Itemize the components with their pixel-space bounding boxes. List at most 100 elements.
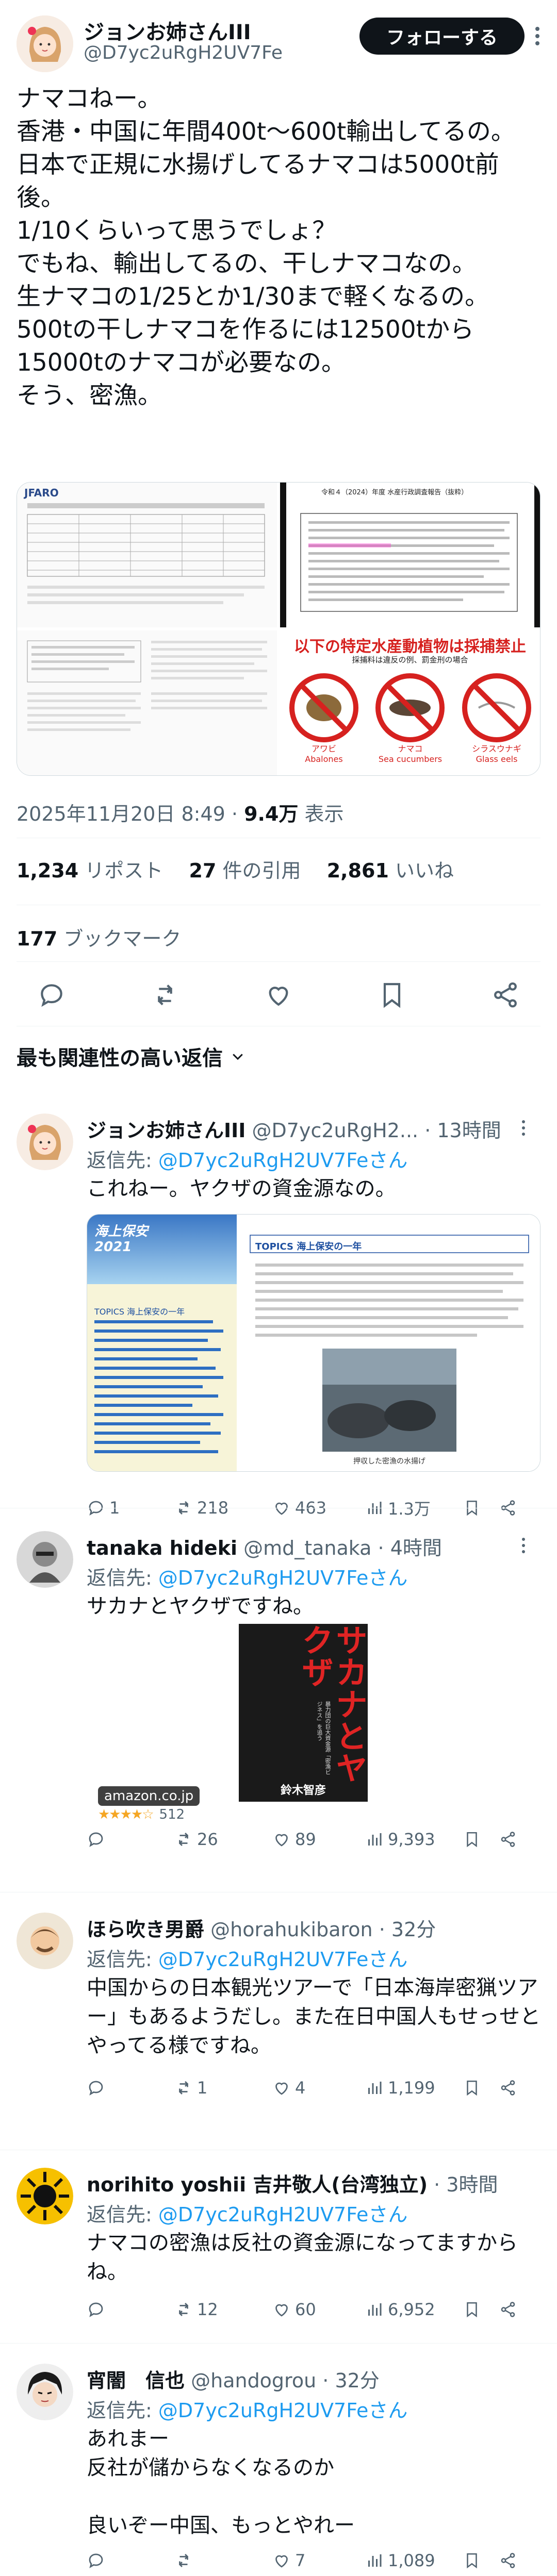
meta-separator: · — [424, 1119, 437, 1142]
reply-author-name[interactable]: norihito yoshii 吉井敬人(台湾独立) — [87, 2173, 428, 2196]
rating-count: 512 — [159, 1807, 185, 1822]
media-image-2[interactable]: 令和４（2024）年度 水産行政調査報告（抜粋） — [280, 483, 540, 627]
repost-label: リポスト — [85, 859, 163, 882]
share-icon[interactable] — [499, 2552, 517, 2569]
repost-button[interactable]: 1 — [174, 2078, 272, 2098]
bookmark-label: ブックマーク — [63, 927, 182, 950]
bookmark-stat[interactable]: 177 ブックマーク — [17, 923, 181, 951]
more-icon[interactable] — [516, 1118, 531, 1138]
media-grid[interactable]: JFARO 令和４（2024）年度 水産行政調査報告（抜粋） 以下の特定水産動植… — [17, 482, 540, 776]
reply-author-name[interactable]: ジョンお姉さんIII — [87, 1119, 245, 1142]
bookmark-icon[interactable] — [463, 1831, 499, 1848]
reply-to-handle[interactable]: @D7yc2uRgH2UV7Feさん — [158, 1948, 408, 1971]
reply-avatar[interactable] — [17, 2168, 73, 2224]
like-button[interactable]: 4 — [272, 2078, 365, 2098]
share-icon[interactable] — [499, 2079, 517, 2097]
reply-item[interactable]: ジョンお姉さんIII @D7yc2uRgH2... · 13時間 返信先: @D… — [0, 1114, 557, 1593]
like-count: 2,861 — [326, 859, 389, 882]
reply-to-handle[interactable]: @D7yc2uRgH2UV7Feさん — [158, 1149, 408, 1172]
views-button[interactable]: 1,199 — [365, 2078, 463, 2098]
like-icon[interactable] — [264, 980, 293, 1009]
follow-button[interactable]: フォローする — [359, 18, 525, 55]
bookmark-icon[interactable] — [463, 2552, 499, 2569]
reply-author-name[interactable]: tanaka hideki — [87, 1537, 237, 1559]
reply-sort-dropdown[interactable]: 最も関連性の高い返信 — [17, 1041, 245, 1071]
reply-avatar[interactable] — [17, 2364, 73, 2420]
share-icon[interactable] — [491, 980, 520, 1009]
reply-avatar[interactable] — [17, 1913, 73, 1969]
reply-time[interactable]: 3時間 — [446, 2173, 498, 2196]
reply-button[interactable] — [87, 2551, 174, 2570]
book-cover[interactable]: サカナとヤクザ 暴力団の巨大資金源「密漁ビジネス」を追う 鈴木智彦 — [239, 1624, 368, 1802]
book-link-card[interactable]: サカナとヤクザ 暴力団の巨大資金源「密漁ビジネス」を追う 鈴木智彦 amazon… — [87, 1624, 540, 1822]
reply-time[interactable]: 4時間 — [390, 1537, 442, 1559]
share-icon[interactable] — [499, 1831, 517, 1848]
reply-to-line: 返信先: @D7yc2uRgH2UV7Feさん — [87, 2199, 407, 2227]
reply-author-handle[interactable]: @md_tanaka — [243, 1537, 371, 1559]
reply-item[interactable]: tanaka hideki @md_tanaka · 4時間 返信先: @D7y… — [0, 1531, 557, 1849]
reply-author-name[interactable]: 宵闇 信也 — [87, 2369, 185, 2392]
reply-header: norihito yoshii 吉井敬人(台湾独立) · 3時間 — [87, 2169, 498, 2197]
reply-media-right[interactable]: TOPICS 海上保安の一年 押収した密漁の水揚げ — [240, 1215, 540, 1471]
media-image-3[interactable] — [17, 630, 277, 775]
reply-item[interactable]: 宵闇 信也 @handogrou · 32分 返信先: @D7yc2uRgH2U… — [0, 2364, 557, 2576]
reply-time[interactable]: 32分 — [391, 1918, 436, 1941]
repost-icon[interactable] — [151, 980, 179, 1009]
like-count: 89 — [295, 1830, 316, 1849]
reply-media[interactable]: 海上保安 2021 TOPICS 海上保安の一年 TOPICS 海上保安の一年 — [87, 1214, 540, 1472]
repost-stat[interactable]: 1,234 リポスト — [17, 859, 163, 882]
media-image-4[interactable]: 以下の特定水産動植物は採捕禁止 採捕料は違反の例、罰金刑の場合 アワビ Abal… — [280, 630, 540, 775]
reply-item[interactable]: norihito yoshii 吉井敬人(台湾独立) · 3時間 返信先: @D… — [0, 2168, 557, 2358]
main-author-handle[interactable]: @D7yc2uRgH2UV7Fe — [84, 42, 283, 63]
reply-author-handle[interactable]: @horahukibaron — [210, 1918, 373, 1941]
reply-to-prefix: 返信先: — [87, 1567, 158, 1589]
book-author: 鈴木智彦 — [280, 1784, 326, 1797]
main-author-name[interactable]: ジョンお姉さんIII — [84, 15, 251, 45]
reply-action-bar: 12 60 6,952 — [87, 2294, 540, 2325]
reply-author-name[interactable]: ほら吹き男爵 — [87, 1918, 204, 1941]
reply-media-left[interactable]: 海上保安 2021 TOPICS 海上保安の一年 — [87, 1215, 237, 1471]
reply-button[interactable] — [87, 2300, 174, 2319]
reply-button[interactable] — [87, 1830, 174, 1849]
reply-media-photo-caption: 押収した密漁の水揚げ — [353, 1457, 425, 1466]
reply-item[interactable]: ほら吹き男爵 @horahukibaron · 32分 返信先: @D7yc2u… — [0, 1913, 557, 2150]
reply-avatar[interactable] — [17, 1531, 73, 1588]
more-icon[interactable] — [516, 1535, 531, 1556]
reply-time[interactable]: 32分 — [335, 2369, 379, 2392]
bookmark-icon[interactable] — [463, 2301, 499, 2318]
tweet-date[interactable]: 2025年11月20日 8:49 — [17, 803, 225, 825]
reply-to-handle[interactable]: @D7yc2uRgH2UV7Feさん — [158, 2399, 408, 2422]
more-icon[interactable] — [527, 21, 548, 52]
reply-avatar[interactable] — [17, 1114, 73, 1170]
quote-count: 27 — [189, 859, 217, 882]
reply-author-handle[interactable]: @D7yc2uRgH2... — [252, 1119, 419, 1142]
like-button[interactable]: 89 — [272, 1830, 365, 1849]
like-button[interactable]: 60 — [272, 2300, 365, 2319]
bookmark-icon[interactable] — [378, 980, 406, 1009]
reply-button[interactable] — [87, 2079, 174, 2097]
reply-icon[interactable] — [37, 980, 66, 1009]
share-icon[interactable] — [499, 2301, 517, 2318]
reply-time[interactable]: 13時間 — [437, 1119, 501, 1142]
repost-button[interactable]: 12 — [174, 2300, 272, 2319]
views-button[interactable]: 6,952 — [365, 2300, 463, 2319]
reply-author-handle[interactable]: @handogrou — [191, 2369, 316, 2392]
view-count: 6,952 — [388, 2300, 435, 2319]
views-button[interactable]: 1,089 — [365, 2551, 463, 2570]
reply-to-handle[interactable]: @D7yc2uRgH2UV7Feさん — [158, 2203, 408, 2226]
media-image-1[interactable]: JFARO — [17, 483, 277, 627]
views-button[interactable]: 9,393 — [365, 1830, 463, 1849]
reply-header: 宵闇 信也 @handogrou · 32分 — [87, 2365, 380, 2393]
like-label: いいね — [395, 859, 454, 882]
repost-button[interactable]: 26 — [174, 1830, 272, 1849]
main-avatar[interactable] — [17, 15, 73, 72]
bookmark-icon[interactable] — [463, 2079, 499, 2097]
reply-to-handle[interactable]: @D7yc2uRgH2UV7Feさん — [158, 1567, 408, 1589]
repost-button[interactable] — [174, 2551, 272, 2570]
like-button[interactable]: 7 — [272, 2551, 365, 2570]
like-stat[interactable]: 2,861 いいね — [327, 859, 454, 882]
meta-separator: · — [322, 2369, 335, 2392]
quote-stat[interactable]: 27 件の引用 — [189, 859, 301, 882]
quote-label: 件の引用 — [222, 859, 301, 882]
reply-sort-label: 最も関連性の高い返信 — [17, 1046, 223, 1070]
